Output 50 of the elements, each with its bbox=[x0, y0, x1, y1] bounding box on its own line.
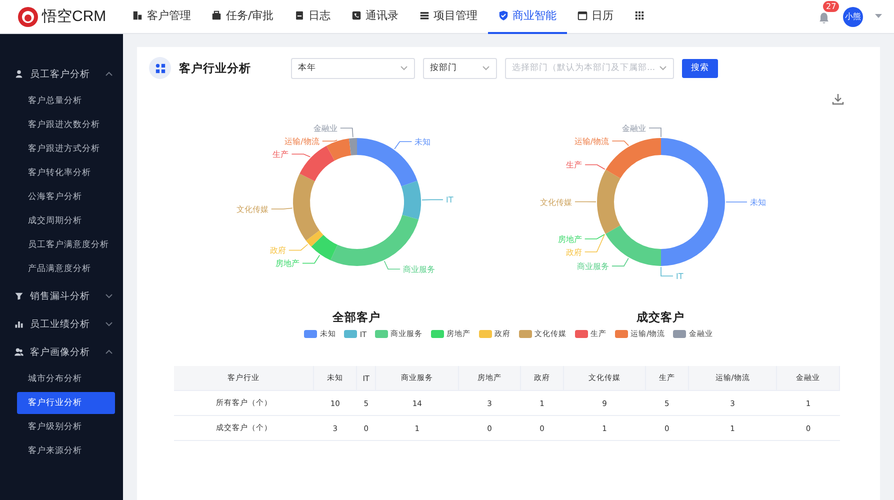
sidebar-group[interactable]: 员工客户分析 bbox=[0, 60, 123, 88]
slice-label: 未知 bbox=[414, 138, 430, 147]
sidebar-item[interactable]: 成交周期分析 bbox=[17, 210, 115, 232]
chart-title: 成交客户 bbox=[636, 310, 684, 325]
sidebar-item[interactable]: 客户级别分析 bbox=[17, 416, 115, 438]
user-avatar[interactable]: 小熊 bbox=[843, 6, 863, 26]
slice-label: 文化传媒 bbox=[236, 204, 268, 214]
slice-label: 商业服务 bbox=[576, 262, 608, 272]
sidebar-item[interactable]: 员工客户满意度分析 bbox=[17, 234, 115, 256]
sidebar-group[interactable]: 销售漏斗分析 bbox=[0, 282, 123, 310]
nav-tab[interactable]: 日志 bbox=[284, 0, 341, 34]
slice-label: 金融业 bbox=[622, 124, 646, 133]
nav-tab[interactable]: 日历 bbox=[566, 0, 624, 34]
sidebar-item[interactable]: 客户行业分析 bbox=[17, 392, 115, 414]
slice-label: 房地产 bbox=[274, 259, 299, 268]
sidebar-group[interactable]: 员工业绩分析 bbox=[0, 310, 123, 338]
slice-label: 政府 bbox=[269, 246, 286, 256]
nav-tab[interactable]: 客户管理 bbox=[122, 0, 201, 34]
slice-label: IT bbox=[676, 272, 683, 281]
sidebar-item[interactable]: 公海客户分析 bbox=[17, 186, 115, 208]
page-title: 客户行业分析 bbox=[179, 60, 252, 76]
nav-tab[interactable]: 商业智能 bbox=[488, 0, 567, 34]
slice-label: 房地产 bbox=[557, 234, 582, 244]
logo-text: 悟空CRM bbox=[42, 7, 106, 26]
slice-label: 未知 bbox=[750, 198, 766, 207]
select-field[interactable]: 本年 bbox=[291, 58, 415, 78]
sidebar-item[interactable]: 产品满意度分析 bbox=[17, 258, 115, 280]
sidebar-item[interactable]: 客户跟进次数分析 bbox=[17, 114, 115, 136]
sidebar-item[interactable]: 客户来源分析 bbox=[17, 440, 115, 462]
slice-label: 运输/物流 bbox=[574, 137, 609, 146]
chart-title: 全部客户 bbox=[332, 310, 380, 325]
slice-label: 生产 bbox=[566, 160, 582, 170]
sidebar-item[interactable]: 客户转化率分析 bbox=[17, 162, 115, 184]
nav-tab[interactable]: 通讯录 bbox=[340, 0, 409, 34]
slice-label: 文化传媒 bbox=[540, 198, 572, 207]
slice-label: 金融业 bbox=[312, 124, 337, 134]
notification-badge: 27 bbox=[823, 0, 840, 12]
slice-label: 生产 bbox=[272, 150, 288, 160]
nav-tab[interactable]: 项目管理 bbox=[408, 0, 488, 34]
slice-label: 政府 bbox=[565, 248, 582, 257]
sidebar-group[interactable]: 客户画像分析 bbox=[0, 338, 123, 366]
slice-label: 商业服务 bbox=[402, 265, 435, 274]
sidebar-item[interactable]: 客户总量分析 bbox=[17, 90, 115, 112]
select-field[interactable]: 按部门 bbox=[423, 58, 497, 78]
sidebar-item[interactable]: 客户跟进方式分析 bbox=[17, 138, 115, 160]
search-button[interactable]: 搜索 bbox=[682, 58, 718, 78]
nav-tab[interactable]: 任务/审批 bbox=[201, 0, 284, 34]
slice-label: 运输/物流 bbox=[284, 137, 319, 146]
slice-label: IT bbox=[445, 196, 453, 205]
sidebar-item[interactable]: 城市分布分析 bbox=[17, 368, 115, 390]
